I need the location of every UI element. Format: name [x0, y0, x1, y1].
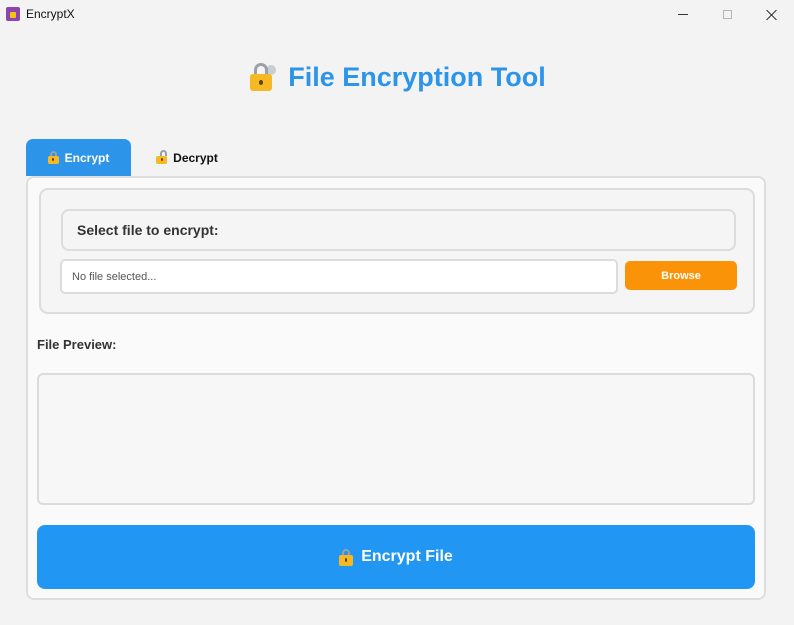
- lock-icon: [47, 151, 59, 164]
- tab-encrypt[interactable]: Encrypt: [26, 139, 131, 176]
- close-icon: [766, 9, 778, 21]
- maximize-icon: [722, 10, 732, 19]
- preview-label: File Preview:: [37, 337, 117, 352]
- lock-icon: [339, 548, 354, 566]
- title-bar: EncryptX: [0, 0, 794, 29]
- browse-button[interactable]: Browse: [625, 261, 737, 290]
- tab-encrypt-label: Encrypt: [64, 150, 110, 165]
- file-select-label: Select file to encrypt:: [77, 222, 219, 238]
- unlock-icon: [156, 150, 168, 164]
- tab-decrypt-label: Decrypt: [173, 150, 218, 165]
- minimize-button[interactable]: [660, 0, 706, 29]
- maximize-button[interactable]: [704, 0, 750, 29]
- file-select-group: Select file to encrypt: Browse: [39, 188, 755, 314]
- file-path-input[interactable]: [60, 259, 618, 294]
- file-preview-area[interactable]: [37, 373, 755, 505]
- tab-decrypt[interactable]: Decrypt: [147, 139, 227, 176]
- page-title: File Encryption Tool: [288, 62, 546, 92]
- lock-with-key-icon: [248, 62, 277, 93]
- close-button[interactable]: [749, 0, 794, 29]
- page-header: File Encryption Tool: [0, 62, 794, 93]
- encrypt-panel: Select file to encrypt: Browse File Prev…: [26, 176, 766, 600]
- encrypt-file-label: Encrypt File: [361, 548, 453, 565]
- minimize-icon: [678, 14, 688, 15]
- window-title: EncryptX: [26, 7, 75, 21]
- app-lock-icon: [6, 7, 20, 21]
- file-select-header: Select file to encrypt:: [61, 209, 736, 251]
- encrypt-file-button[interactable]: Encrypt File: [37, 525, 755, 589]
